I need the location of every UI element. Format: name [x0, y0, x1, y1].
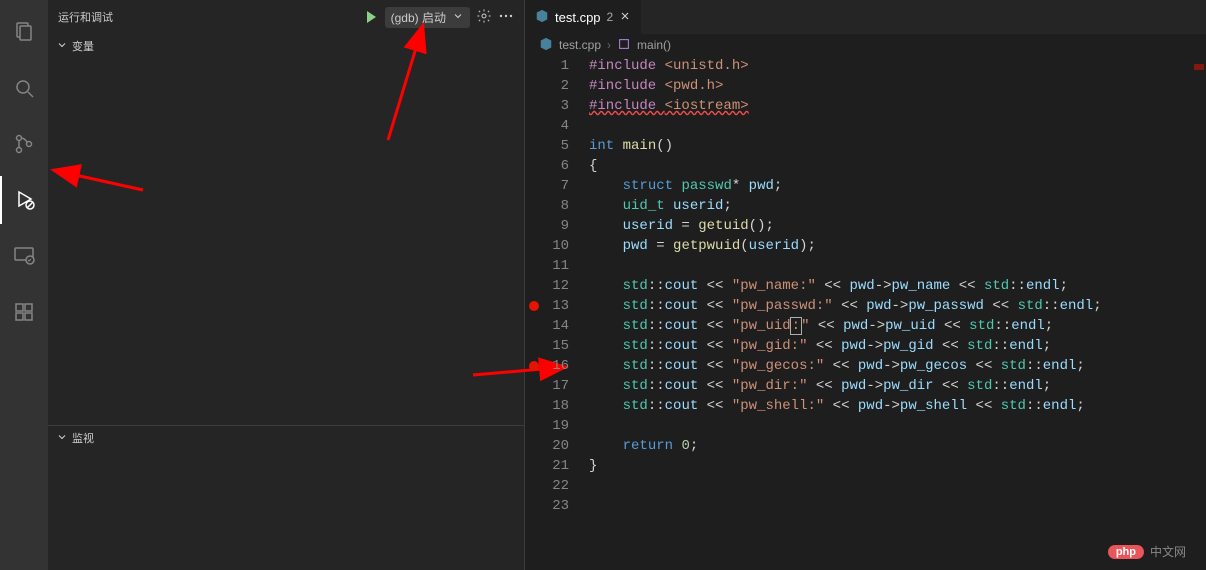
debug-header: 运行和调试 (gdb) 启动 — [48, 0, 524, 34]
watermark-text: 中文网 — [1150, 543, 1186, 560]
gear-icon[interactable] — [476, 8, 492, 27]
gutter[interactable]: 1234567891011121314151617181920212223 — [525, 56, 589, 570]
extensions-icon[interactable] — [0, 288, 48, 336]
close-icon[interactable] — [619, 10, 631, 25]
chevron-down-icon — [452, 10, 464, 25]
code-area[interactable]: 1234567891011121314151617181920212223 #i… — [525, 56, 1206, 570]
chevron-down-icon — [56, 431, 68, 446]
watch-label: 监视 — [72, 430, 94, 446]
chevron-right-icon: › — [607, 38, 611, 52]
debug-config: (gdb) 启动 — [363, 7, 514, 28]
tab-filename: test.cpp — [555, 10, 601, 25]
debug-panel: 运行和调试 (gdb) 启动 变量 — [48, 0, 524, 570]
breadcrumb[interactable]: test.cpp › main() — [525, 34, 1206, 56]
explorer-icon[interactable] — [0, 8, 48, 56]
remote-explorer-icon[interactable] — [0, 232, 48, 280]
tab-badge: 2 — [607, 10, 614, 24]
run-debug-icon[interactable] — [0, 176, 48, 224]
tab-bar: test.cpp 2 — [525, 0, 1206, 34]
debug-config-label: (gdb) 启动 — [391, 9, 446, 26]
search-icon[interactable] — [0, 64, 48, 112]
editor-tab[interactable]: test.cpp 2 — [525, 0, 642, 34]
activity-bar — [0, 0, 48, 570]
chevron-down-icon — [56, 39, 68, 54]
watch-section-header[interactable]: 监视 — [48, 425, 524, 450]
more-icon[interactable] — [498, 8, 514, 27]
editor: test.cpp 2 test.cpp › main() 12345678910… — [524, 0, 1206, 570]
variables-label: 变量 — [72, 38, 94, 54]
debug-config-select[interactable]: (gdb) 启动 — [385, 7, 470, 28]
debug-title: 运行和调试 — [58, 9, 113, 25]
cpp-file-icon — [539, 37, 553, 54]
symbol-icon — [617, 37, 631, 54]
cpp-file-icon — [535, 9, 549, 26]
breadcrumb-file: test.cpp — [559, 38, 601, 52]
code-content[interactable]: #include <unistd.h>#include <pwd.h>#incl… — [589, 56, 1206, 570]
breadcrumb-symbol: main() — [637, 38, 671, 52]
breakpoint[interactable] — [529, 301, 539, 311]
breakpoint[interactable] — [529, 361, 539, 371]
overview-ruler[interactable] — [1192, 56, 1206, 570]
source-control-icon[interactable] — [0, 120, 48, 168]
watermark-brand: php — [1108, 545, 1144, 559]
watermark: php 中文网 — [1108, 543, 1186, 560]
variables-section-header[interactable]: 变量 — [48, 34, 524, 58]
variables-body — [48, 58, 524, 570]
start-debug-button[interactable] — [363, 9, 379, 25]
